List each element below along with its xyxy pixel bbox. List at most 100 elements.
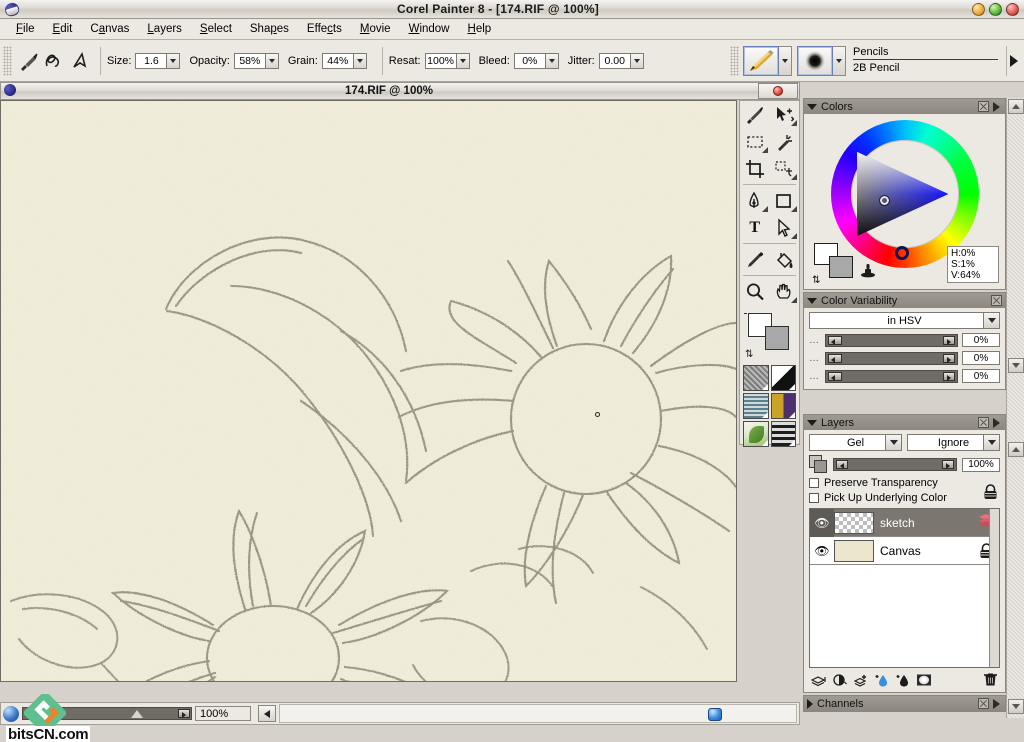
size-spinner[interactable] bbox=[135, 53, 180, 69]
pencil-brush-icon[interactable] bbox=[743, 46, 779, 76]
resat-spinner[interactable] bbox=[425, 53, 470, 69]
brush-icon[interactable] bbox=[16, 48, 42, 74]
dropper-tool[interactable] bbox=[740, 246, 770, 273]
paper-selector[interactable] bbox=[743, 365, 769, 391]
brush-selector-grip[interactable] bbox=[730, 46, 739, 76]
hue-variability-value[interactable]: 0% bbox=[962, 333, 1000, 347]
saturation-variability-value[interactable]: 0% bbox=[962, 351, 1000, 365]
layer-row-canvas[interactable]: 👁 Canvas bbox=[810, 537, 999, 565]
saturation-variability-slider[interactable] bbox=[825, 352, 958, 365]
shape-selection-tool[interactable] bbox=[770, 214, 800, 241]
drawer-handle-icon[interactable] bbox=[708, 708, 722, 721]
layer-opacity-value[interactable]: 100% bbox=[962, 458, 1000, 472]
opacity-input[interactable] bbox=[235, 54, 265, 68]
menu-window[interactable]: Window bbox=[401, 21, 458, 37]
palette-scroll-strip[interactable] bbox=[1006, 98, 1024, 718]
composite-method-select[interactable]: Gel bbox=[809, 434, 902, 451]
sv-marker-icon[interactable] bbox=[879, 195, 890, 206]
jitter-dropdown-icon[interactable] bbox=[630, 54, 643, 68]
crop-tool[interactable] bbox=[740, 155, 770, 182]
secondary-color-swatch[interactable] bbox=[765, 326, 789, 350]
weave-selector[interactable] bbox=[771, 393, 797, 419]
palette-scroll-up-button-2[interactable] bbox=[1008, 442, 1024, 457]
colors-secondary-swatch[interactable] bbox=[829, 256, 853, 278]
menu-shapes[interactable]: Shapes bbox=[242, 21, 297, 37]
rectangular-selection-tool[interactable] bbox=[740, 128, 770, 155]
menu-canvas[interactable]: Canvas bbox=[82, 21, 137, 37]
layer-list[interactable]: 👁 sketch 👁 Canvas bbox=[809, 508, 1000, 668]
value-variability-slider[interactable] bbox=[825, 370, 958, 383]
nozzle-selector[interactable] bbox=[743, 421, 769, 447]
menu-file[interactable]: FFileile bbox=[8, 21, 43, 37]
swap-colors-icon[interactable]: ⇅ bbox=[745, 350, 753, 360]
grabber-tool[interactable] bbox=[770, 278, 800, 305]
minimize-button[interactable] bbox=[972, 3, 985, 16]
main-color-swatch[interactable]: ⇅ bbox=[740, 309, 799, 361]
size-input[interactable] bbox=[136, 54, 166, 68]
panel-menu-icon[interactable] bbox=[993, 699, 1000, 709]
new-liquid-ink-layer-button[interactable] bbox=[895, 672, 911, 687]
layer-adjuster-tool[interactable] bbox=[770, 101, 800, 128]
clone-color-icon[interactable] bbox=[860, 262, 876, 281]
collapse-triangle-icon[interactable] bbox=[807, 298, 817, 304]
collapse-triangle-icon[interactable] bbox=[807, 104, 817, 110]
layer-list-scrollbar[interactable] bbox=[989, 509, 999, 667]
palette-scroll-down-button[interactable] bbox=[1008, 358, 1024, 373]
text-tool[interactable]: T bbox=[740, 214, 770, 241]
chevron-down-icon[interactable] bbox=[885, 435, 901, 450]
expand-arrow-icon[interactable] bbox=[1006, 46, 1020, 76]
close-panel-icon[interactable] bbox=[978, 698, 989, 709]
brush-category-dropdown-icon[interactable] bbox=[779, 46, 792, 76]
menu-effects[interactable]: Effects bbox=[299, 21, 350, 37]
value-variability-value[interactable]: 0% bbox=[962, 369, 1000, 383]
menu-edit[interactable]: Edit bbox=[45, 21, 81, 37]
menu-select[interactable]: Select bbox=[192, 21, 240, 37]
palette-scroll-up-button[interactable] bbox=[1008, 99, 1024, 114]
close-panel-icon[interactable] bbox=[978, 101, 989, 112]
document-close-button[interactable] bbox=[758, 83, 798, 99]
bleed-spinner[interactable] bbox=[514, 53, 559, 69]
lock-icon[interactable] bbox=[983, 484, 998, 501]
resat-input[interactable] bbox=[426, 54, 456, 68]
collapse-triangle-icon[interactable] bbox=[807, 420, 817, 426]
new-layer-group-button[interactable] bbox=[853, 672, 869, 687]
brush-names[interactable]: Pencils 2B Pencil bbox=[853, 46, 998, 75]
grain-spinner[interactable] bbox=[322, 53, 367, 69]
brush-variant-dropdown-icon[interactable] bbox=[833, 46, 846, 76]
expand-triangle-icon[interactable] bbox=[807, 699, 813, 709]
freehand-stroke-icon[interactable] bbox=[42, 48, 68, 74]
layer-visibility-icon[interactable]: 👁 bbox=[810, 544, 834, 558]
look-selector[interactable] bbox=[771, 421, 797, 447]
chevron-down-icon[interactable] bbox=[983, 435, 999, 450]
preserve-transparency-row[interactable]: Preserve Transparency bbox=[809, 477, 1000, 489]
pick-up-underlying-color-row[interactable]: Pick Up Underlying Color bbox=[809, 492, 1000, 504]
jitter-spinner[interactable] bbox=[599, 53, 644, 69]
pick-up-underlying-color-checkbox[interactable] bbox=[809, 493, 819, 503]
saturation-value-triangle[interactable] bbox=[857, 148, 949, 240]
size-dropdown-icon[interactable] bbox=[166, 54, 179, 68]
scroll-left-icon[interactable] bbox=[258, 705, 276, 722]
dynamic-plugin-button[interactable] bbox=[832, 672, 848, 687]
layer-row-sketch[interactable]: 👁 sketch bbox=[810, 509, 999, 537]
opacity-slider[interactable] bbox=[833, 458, 957, 471]
resat-dropdown-icon[interactable] bbox=[456, 54, 469, 68]
variability-mode-select[interactable]: in HSV bbox=[809, 312, 1000, 329]
opacity-dropdown-icon[interactable] bbox=[265, 54, 278, 68]
new-watercolor-layer-button[interactable] bbox=[874, 672, 890, 687]
swap-colors-icon[interactable]: ⇅ bbox=[812, 275, 820, 286]
gradient-selector[interactable] bbox=[771, 365, 797, 391]
layer-visibility-icon[interactable]: 👁 bbox=[810, 509, 834, 537]
color-variability-header[interactable]: Color Variability bbox=[804, 293, 1005, 308]
toolbar-grip[interactable] bbox=[3, 46, 12, 76]
paint-bucket-tool[interactable] bbox=[770, 246, 800, 273]
pattern-selector[interactable] bbox=[743, 393, 769, 419]
bleed-input[interactable] bbox=[515, 54, 545, 68]
preserve-transparency-checkbox[interactable] bbox=[809, 478, 819, 488]
canvas-area[interactable] bbox=[0, 100, 737, 682]
panel-menu-icon[interactable] bbox=[993, 418, 1000, 428]
opacity-spinner[interactable] bbox=[234, 53, 279, 69]
layers-panel-header[interactable]: Layers bbox=[804, 415, 1005, 430]
channels-panel-header[interactable]: Channels bbox=[804, 696, 1005, 711]
delete-layer-button[interactable] bbox=[982, 672, 998, 687]
straight-line-stroke-icon[interactable] bbox=[68, 48, 94, 74]
